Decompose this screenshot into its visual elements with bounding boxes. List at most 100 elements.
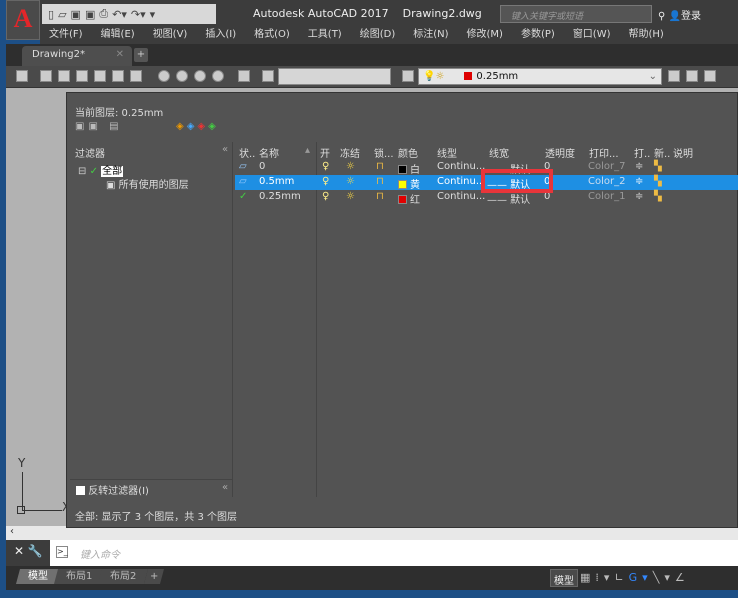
bulb-on-icon[interactable]: ♀ bbox=[322, 161, 329, 172]
redo-icon[interactable]: ↷▾ bbox=[131, 8, 146, 21]
menu-draw[interactable]: 绘图(D) bbox=[351, 28, 405, 44]
tab-layout1[interactable]: 布局1 bbox=[53, 569, 105, 584]
snap-icon[interactable]: ⁞▾ bbox=[595, 571, 614, 584]
col-plot-style[interactable]: 打印... bbox=[589, 145, 619, 160]
unlock-icon[interactable]: ⊓ bbox=[376, 161, 384, 172]
login-button[interactable]: ⚲ 👤登录 bbox=[658, 7, 701, 22]
col-linetype[interactable]: 线型 bbox=[437, 145, 457, 160]
menu-insert[interactable]: 插入(I) bbox=[196, 28, 245, 44]
menu-parameters[interactable]: 参数(P) bbox=[512, 28, 564, 44]
iso-ne-icon[interactable] bbox=[194, 70, 206, 82]
printer-icon[interactable]: ≑ bbox=[635, 191, 643, 202]
layer-color[interactable]: 黄 bbox=[398, 176, 420, 191]
menu-modify[interactable]: 修改(M) bbox=[458, 28, 512, 44]
layer-dropdown[interactable]: 💡☼ 0.25mm ⌄ bbox=[418, 68, 662, 85]
layer-linetype[interactable]: Continu... bbox=[437, 191, 485, 202]
model-space-button[interactable]: 模型 bbox=[550, 569, 578, 587]
horizontal-scrollbar[interactable]: ‹ bbox=[6, 526, 738, 540]
menu-view[interactable]: 视图(V) bbox=[144, 28, 197, 44]
print-icon[interactable]: ⎙ bbox=[99, 7, 108, 21]
command-prompt-icon[interactable]: >_ bbox=[56, 546, 68, 558]
iso-nw-icon[interactable] bbox=[212, 70, 224, 82]
delete-layer-icon[interactable]: ◈ bbox=[197, 121, 208, 132]
angle-icon[interactable]: ∠ bbox=[675, 571, 690, 584]
ucs-icon[interactable] bbox=[262, 70, 274, 82]
layer-previous-icon[interactable] bbox=[686, 70, 698, 82]
col-transparency[interactable]: 透明度 bbox=[545, 145, 575, 160]
new-icon[interactable]: ▯ bbox=[48, 8, 54, 21]
filter-all-used-layers[interactable]: ▣ 所有使用的图层 bbox=[106, 176, 189, 191]
bulb-on-icon[interactable]: ♀ bbox=[322, 191, 329, 202]
camera-icon[interactable] bbox=[238, 70, 250, 82]
new-property-filter-icon[interactable]: ▣ bbox=[75, 121, 88, 132]
col-name[interactable]: 名称 bbox=[259, 145, 279, 160]
new-vp-freeze-icon[interactable]: ▚ bbox=[654, 176, 662, 187]
menu-window[interactable]: 窗口(W) bbox=[564, 28, 620, 44]
view-icon[interactable] bbox=[16, 70, 28, 82]
collapse-button[interactable]: « bbox=[222, 482, 228, 493]
save-as-icon[interactable]: ▣ bbox=[85, 8, 95, 21]
new-group-filter-icon[interactable]: ▣ bbox=[88, 121, 101, 132]
binoculars-icon[interactable]: ⚲ bbox=[658, 11, 669, 22]
unlock-icon[interactable]: ⊓ bbox=[376, 191, 384, 202]
sun-thaw-icon[interactable]: ☼ bbox=[346, 176, 355, 187]
application-menu-button[interactable]: A bbox=[6, 0, 40, 40]
tab-drawing2[interactable]: Drawing2* ✕ bbox=[22, 46, 132, 66]
new-vp-freeze-icon[interactable]: ▚ bbox=[654, 191, 662, 202]
printer-icon[interactable]: ≑ bbox=[635, 176, 643, 187]
col-plot[interactable]: 打.. bbox=[634, 145, 650, 160]
layer-color[interactable]: 红 bbox=[398, 191, 420, 206]
ortho-icon[interactable]: ∟ bbox=[614, 571, 628, 584]
layer-name[interactable]: 0 bbox=[259, 161, 265, 172]
view-back-icon[interactable] bbox=[130, 70, 142, 82]
customize-icon[interactable]: ▾ bbox=[150, 8, 156, 21]
grid-icon[interactable]: ▦ bbox=[580, 571, 595, 584]
bulb-on-icon[interactable]: ♀ bbox=[322, 176, 329, 187]
iso-se-icon[interactable] bbox=[176, 70, 188, 82]
invert-filter-checkbox[interactable]: 反转过滤器(I) bbox=[76, 482, 149, 497]
col-description[interactable]: 说明 bbox=[673, 145, 693, 160]
unlock-icon[interactable]: ⊓ bbox=[376, 176, 384, 187]
iso-sw-icon[interactable] bbox=[158, 70, 170, 82]
col-status[interactable]: 状.. bbox=[239, 145, 255, 160]
layer-properties-icon[interactable] bbox=[402, 70, 414, 82]
command-input[interactable]: 键入命令 bbox=[80, 546, 120, 561]
menu-dimension[interactable]: 标注(N) bbox=[404, 28, 457, 44]
collapse-filters-button[interactable]: « bbox=[222, 144, 228, 155]
menu-file[interactable]: 文件(F) bbox=[40, 28, 92, 44]
layer-linetype[interactable]: Continu... bbox=[437, 161, 485, 172]
col-on[interactable]: 开 bbox=[320, 145, 330, 160]
col-freeze[interactable]: 冻结 bbox=[340, 145, 360, 160]
new-layer-icon[interactable]: ◈ bbox=[176, 121, 187, 132]
search-input[interactable]: 键入关键字或短语 bbox=[500, 5, 652, 23]
undo-icon[interactable]: ↶▾ bbox=[112, 8, 127, 21]
menu-format[interactable]: 格式(O) bbox=[245, 28, 299, 44]
close-icon[interactable]: ✕ bbox=[116, 49, 124, 60]
tab-layout2[interactable]: 布局2 bbox=[97, 569, 149, 584]
new-layer-vp-frozen-icon[interactable]: ◈ bbox=[187, 121, 198, 132]
polar-icon[interactable]: G▾ bbox=[629, 571, 653, 584]
new-tab-button[interactable]: + bbox=[134, 48, 148, 62]
sun-thaw-icon[interactable]: ☼ bbox=[346, 161, 355, 172]
close-icon[interactable]: ✕ bbox=[14, 544, 24, 558]
osnap-icon[interactable]: ╲▾ bbox=[653, 571, 675, 584]
save-icon[interactable]: ▣ bbox=[71, 8, 81, 21]
col-color[interactable]: 颜色 bbox=[398, 145, 418, 160]
col-new-vp-freeze[interactable]: 新.. bbox=[654, 145, 670, 160]
new-vp-freeze-icon[interactable]: ▚ bbox=[654, 161, 662, 172]
layer-state-icon[interactable] bbox=[704, 70, 716, 82]
tree-collapse-icon[interactable]: ⊟ ✓ 全部 bbox=[78, 162, 124, 177]
sun-thaw-icon[interactable]: ☼ bbox=[346, 191, 355, 202]
view-bottom-icon[interactable] bbox=[58, 70, 70, 82]
menu-tools[interactable]: 工具(T) bbox=[299, 28, 351, 44]
layer-color[interactable]: 白 bbox=[398, 161, 420, 176]
set-current-icon[interactable]: ◈ bbox=[208, 121, 219, 132]
col-lineweight[interactable]: 线宽 bbox=[489, 145, 509, 160]
menu-help[interactable]: 帮助(H) bbox=[620, 28, 673, 44]
view-left-icon[interactable] bbox=[76, 70, 88, 82]
wrench-icon[interactable]: 🔧 bbox=[28, 544, 43, 558]
open-icon[interactable]: ▱ bbox=[58, 8, 66, 21]
col-lock[interactable]: 锁... bbox=[374, 145, 394, 160]
view-right-icon[interactable] bbox=[94, 70, 106, 82]
view-top-icon[interactable] bbox=[40, 70, 52, 82]
